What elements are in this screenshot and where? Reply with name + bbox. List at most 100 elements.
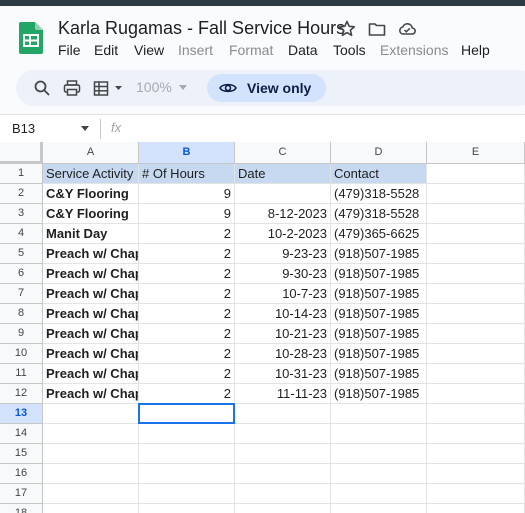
cell-a10[interactable]: Preach w/ Chap bbox=[43, 344, 139, 364]
view-only-button[interactable]: View only bbox=[207, 74, 326, 102]
cell-e16[interactable] bbox=[427, 464, 525, 484]
menu-view[interactable]: View bbox=[134, 42, 164, 58]
cell-e12[interactable] bbox=[427, 384, 525, 404]
row-header-1[interactable]: 1 bbox=[0, 164, 43, 184]
cell-b7[interactable]: 2 bbox=[139, 284, 235, 304]
cell-e5[interactable] bbox=[427, 244, 525, 264]
print-icon[interactable] bbox=[62, 78, 82, 98]
cell-e14[interactable] bbox=[427, 424, 525, 444]
cell-c15[interactable] bbox=[235, 444, 331, 464]
cell-e8[interactable] bbox=[427, 304, 525, 324]
cell-c12[interactable]: 11-11-23 bbox=[235, 384, 331, 404]
cell-a11[interactable]: Preach w/ Chap bbox=[43, 364, 139, 384]
document-title[interactable]: Karla Rugamas - Fall Service Hours bbox=[58, 18, 345, 39]
row-header-6[interactable]: 6 bbox=[0, 264, 43, 284]
paint-format-icon[interactable] bbox=[92, 78, 126, 98]
spreadsheet-grid[interactable]: A B C D E 1 Service Activity # Of Hours Date Cont… bbox=[0, 142, 525, 513]
cell-e18[interactable] bbox=[427, 504, 525, 513]
cell-b4[interactable]: 2 bbox=[139, 224, 235, 244]
cell-b5[interactable]: 2 bbox=[139, 244, 235, 264]
cell-e3[interactable] bbox=[427, 204, 525, 224]
cell-a1[interactable]: Service Activity bbox=[43, 164, 139, 184]
column-header-b[interactable]: B bbox=[139, 142, 235, 164]
cell-b8[interactable]: 2 bbox=[139, 304, 235, 324]
cell-a3[interactable]: C&Y Flooring bbox=[43, 204, 139, 224]
cell-b3[interactable]: 9 bbox=[139, 204, 235, 224]
cell-b6[interactable]: 2 bbox=[139, 264, 235, 284]
cloud-status-icon[interactable] bbox=[397, 19, 417, 39]
cell-a12[interactable]: Preach w/ Chap bbox=[43, 384, 139, 404]
row-header-4[interactable]: 4 bbox=[0, 224, 43, 244]
cell-a8[interactable]: Preach w/ Chap bbox=[43, 304, 139, 324]
cell-b2[interactable]: 9 bbox=[139, 184, 235, 204]
cell-c18[interactable] bbox=[235, 504, 331, 513]
cell-c11[interactable]: 10-31-23 bbox=[235, 364, 331, 384]
cell-c16[interactable] bbox=[235, 464, 331, 484]
cell-c14[interactable] bbox=[235, 424, 331, 444]
row-header-10[interactable]: 10 bbox=[0, 344, 43, 364]
cell-d8[interactable]: (918)507-1985 bbox=[331, 304, 427, 324]
cell-d12[interactable]: (918)507-1985 bbox=[331, 384, 427, 404]
menu-extensions[interactable]: Extensions bbox=[380, 42, 448, 58]
chevron-down-icon[interactable] bbox=[81, 126, 89, 131]
row-header-11[interactable]: 11 bbox=[0, 364, 43, 384]
folder-icon[interactable] bbox=[367, 19, 387, 39]
cell-d15[interactable] bbox=[331, 444, 427, 464]
menu-insert[interactable]: Insert bbox=[178, 42, 213, 58]
cell-c6[interactable]: 9-30-23 bbox=[235, 264, 331, 284]
cell-d10[interactable]: (918)507-1985 bbox=[331, 344, 427, 364]
menu-file[interactable]: File bbox=[58, 42, 81, 58]
cell-b16[interactable] bbox=[139, 464, 235, 484]
cell-e13[interactable] bbox=[427, 404, 525, 424]
cell-b1[interactable]: # Of Hours bbox=[139, 164, 235, 184]
column-header-d[interactable]: D bbox=[331, 142, 427, 164]
cell-a17[interactable] bbox=[43, 484, 139, 504]
row-header-7[interactable]: 7 bbox=[0, 284, 43, 304]
cell-d13[interactable] bbox=[331, 404, 427, 424]
select-all-corner[interactable] bbox=[0, 142, 43, 164]
cell-a16[interactable] bbox=[43, 464, 139, 484]
row-header-18[interactable]: 18 bbox=[0, 504, 43, 513]
cell-e2[interactable] bbox=[427, 184, 525, 204]
cell-a15[interactable] bbox=[43, 444, 139, 464]
cell-e1[interactable] bbox=[427, 164, 525, 184]
cell-e9[interactable] bbox=[427, 324, 525, 344]
cell-c10[interactable]: 10-28-23 bbox=[235, 344, 331, 364]
cell-d16[interactable] bbox=[331, 464, 427, 484]
cell-e15[interactable] bbox=[427, 444, 525, 464]
cell-e4[interactable] bbox=[427, 224, 525, 244]
row-header-9[interactable]: 9 bbox=[0, 324, 43, 344]
cell-a13[interactable] bbox=[43, 404, 139, 424]
cell-c5[interactable]: 9-23-23 bbox=[235, 244, 331, 264]
cell-a9[interactable]: Preach w/ Chap bbox=[43, 324, 139, 344]
cell-b18[interactable] bbox=[139, 504, 235, 513]
cell-b17[interactable] bbox=[139, 484, 235, 504]
menu-tools[interactable]: Tools bbox=[333, 42, 366, 58]
column-header-e[interactable]: E bbox=[427, 142, 525, 164]
cell-c17[interactable] bbox=[235, 484, 331, 504]
cell-e10[interactable] bbox=[427, 344, 525, 364]
cell-b10[interactable]: 2 bbox=[139, 344, 235, 364]
cell-c13[interactable] bbox=[235, 404, 331, 424]
sheets-logo-icon[interactable] bbox=[19, 22, 43, 54]
cell-c4[interactable]: 10-2-2023 bbox=[235, 224, 331, 244]
cell-a2[interactable]: C&Y Flooring bbox=[43, 184, 139, 204]
cell-c3[interactable]: 8-12-2023 bbox=[235, 204, 331, 224]
cell-e7[interactable] bbox=[427, 284, 525, 304]
cell-a5[interactable]: Preach w/ Chap bbox=[43, 244, 139, 264]
row-header-8[interactable]: 8 bbox=[0, 304, 43, 324]
cell-d14[interactable] bbox=[331, 424, 427, 444]
menu-format[interactable]: Format bbox=[229, 42, 273, 58]
cell-c7[interactable]: 10-7-23 bbox=[235, 284, 331, 304]
cell-a6[interactable]: Preach w/ Chap bbox=[43, 264, 139, 284]
row-header-3[interactable]: 3 bbox=[0, 204, 43, 224]
column-header-c[interactable]: C bbox=[235, 142, 331, 164]
cell-a14[interactable] bbox=[43, 424, 139, 444]
cell-d6[interactable]: (918)507-1985 bbox=[331, 264, 427, 284]
cell-c1[interactable]: Date bbox=[235, 164, 331, 184]
cell-c8[interactable]: 10-14-23 bbox=[235, 304, 331, 324]
name-box[interactable]: B13 bbox=[12, 121, 35, 136]
cell-d5[interactable]: (918)507-1985 bbox=[331, 244, 427, 264]
cell-d1[interactable]: Contact bbox=[331, 164, 427, 184]
row-header-16[interactable]: 16 bbox=[0, 464, 43, 484]
